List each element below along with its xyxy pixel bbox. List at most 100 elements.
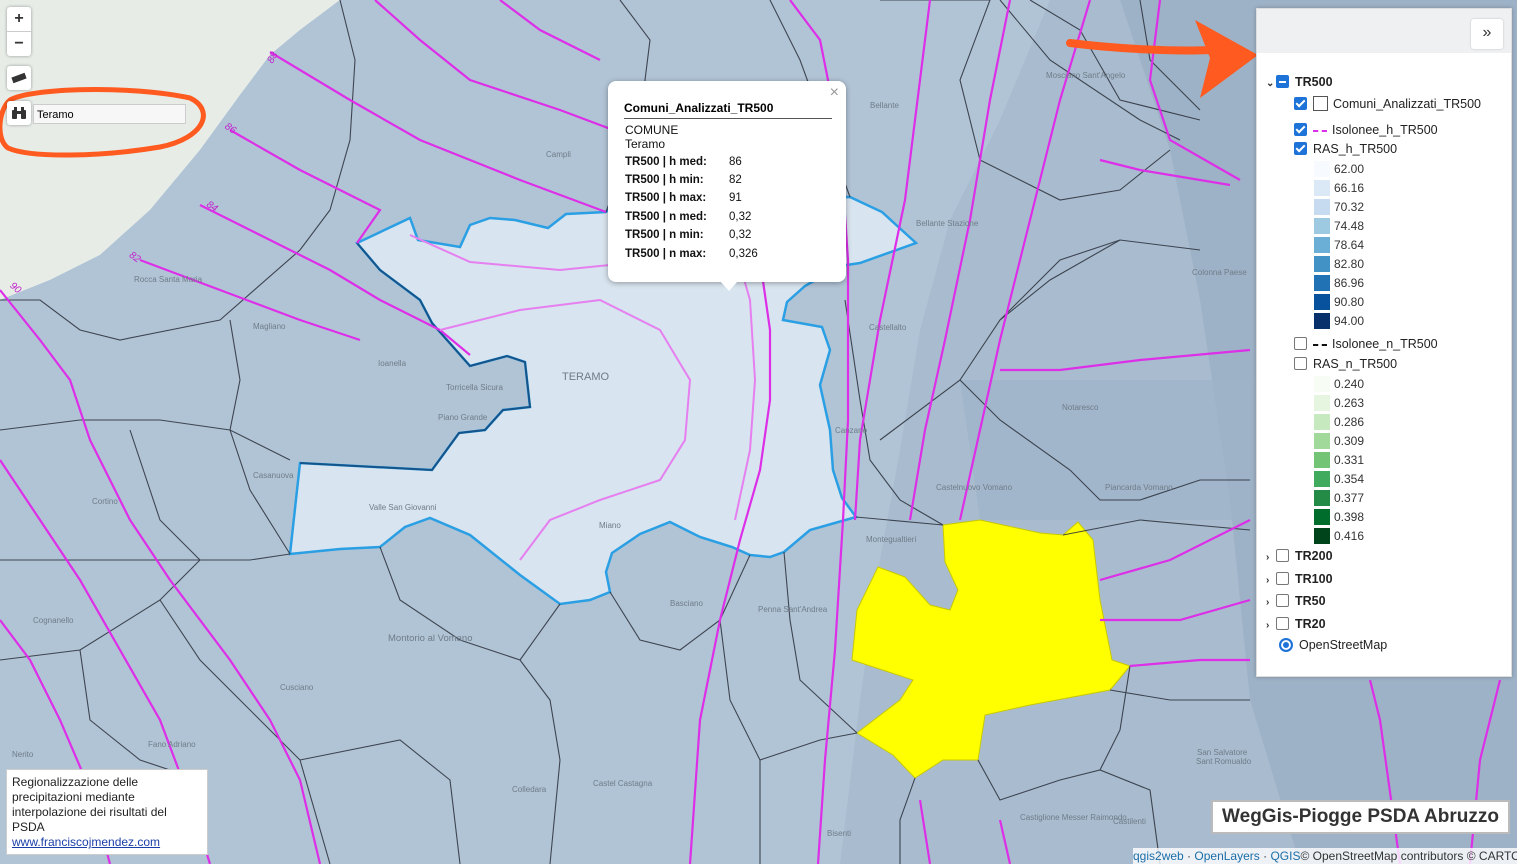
zoom-in-button[interactable]: + — [7, 7, 31, 31]
place-label: San Salvatore — [1197, 748, 1248, 757]
measure-button[interactable] — [7, 66, 31, 90]
layer-comuni[interactable]: Comuni_Analizzati_TR500 — [1294, 96, 1481, 112]
geocoder-button[interactable] — [7, 101, 31, 125]
layer-group-tr200[interactable]: › TR200 — [1266, 549, 1333, 563]
legend-swatch — [1314, 452, 1330, 468]
separator: · — [1187, 849, 1192, 863]
group-checkbox[interactable] — [1276, 75, 1289, 89]
layer-group-tr500[interactable]: ⌄ TR500 — [1266, 75, 1333, 89]
legend-swatch — [1314, 199, 1330, 215]
place-label: Basciano — [670, 599, 703, 608]
legend-label: 94.00 — [1334, 314, 1365, 328]
legend-label: 70.32 — [1334, 200, 1365, 214]
popup-field-label: COMUNE — [625, 123, 679, 137]
popup-row: TR500 | n max: 0,326 — [625, 248, 758, 260]
group-checkbox[interactable] — [1276, 594, 1289, 608]
place-label: TERAMO — [562, 371, 610, 383]
place-label: Cusciano — [280, 683, 314, 692]
place-label: Rocca Santa Maria — [134, 275, 203, 284]
place-label: Piano Grande — [438, 413, 488, 422]
popup-row-value: 0,326 — [729, 248, 758, 260]
legend-label: 74.48 — [1334, 219, 1365, 233]
binoculars-icon — [12, 107, 26, 119]
layer-checkbox[interactable] — [1294, 357, 1307, 371]
place-label: Ioanella — [378, 359, 407, 368]
legend-swatch — [1314, 237, 1330, 253]
zoom-out-button[interactable]: − — [7, 31, 31, 56]
place-label: Sant Romualdo — [1196, 757, 1252, 766]
popup-row-key: TR500 | n min: — [625, 229, 704, 241]
legend-label: 86.96 — [1334, 276, 1365, 290]
layer-group-tr20[interactable]: › TR20 — [1266, 617, 1326, 631]
popup-row-key: TR500 | h med: — [625, 156, 707, 168]
search-input[interactable] — [34, 107, 185, 123]
qgis2web-link[interactable]: qgis2web — [1133, 849, 1184, 863]
place-label: Colonna Paese — [1192, 268, 1247, 277]
chevron-right-icon[interactable]: › — [1266, 575, 1276, 586]
layer-checkbox[interactable] — [1294, 123, 1307, 137]
layer-ras-h[interactable]: RAS_h_TR500 — [1294, 142, 1397, 156]
popup-row-value: 0,32 — [729, 229, 752, 241]
layer-switcher: » ⌄ TR500 Comuni_Analizzati_TR500 Isolone… — [1256, 8, 1512, 677]
popup-field-value: Teramo — [625, 137, 666, 151]
legend-swatch — [1314, 161, 1330, 177]
layer-ras-n[interactable]: RAS_n_TR500 — [1294, 357, 1397, 371]
place-label: Canzano — [835, 426, 868, 435]
basemap-openstreetmap[interactable]: OpenStreetMap — [1279, 637, 1387, 653]
place-label: Fano Adriano — [148, 740, 196, 749]
popup-row: TR500 | h min: 82 — [625, 174, 742, 186]
place-label: Valle San Giovanni — [369, 503, 437, 512]
layer-isolonee-h[interactable]: Isolonee_h_TR500 — [1294, 123, 1438, 137]
layer-group-tr100[interactable]: › TR100 — [1266, 572, 1333, 586]
layer-group-tr50[interactable]: › TR50 — [1266, 594, 1326, 608]
place-label: Mosciano Sant'Angelo — [1046, 71, 1126, 80]
layer-group-label: TR500 — [1295, 75, 1333, 89]
openlayers-link[interactable]: OpenLayers — [1194, 849, 1259, 863]
separator: · — [1263, 849, 1268, 863]
place-label: Bellante — [870, 101, 899, 110]
legend-label: 0.377 — [1334, 491, 1365, 505]
chevron-right-icon[interactable]: › — [1266, 597, 1276, 608]
popup-row-key: TR500 | n max: — [625, 248, 707, 260]
chevron-right-icon[interactable]: › — [1266, 620, 1276, 631]
layer-label: RAS_n_TR500 — [1313, 357, 1398, 371]
chevron-right-icon[interactable]: › — [1266, 552, 1276, 563]
layer-label: Comuni_Analizzati_TR500 — [1333, 97, 1481, 111]
legend-label: 90.80 — [1334, 295, 1365, 309]
popup-row-value: 82 — [729, 174, 742, 186]
legend-swatch — [1314, 313, 1330, 329]
chevron-down-icon[interactable]: ⌄ — [1266, 78, 1276, 89]
layer-group-label: TR100 — [1295, 572, 1333, 586]
place-label: Casanuova — [253, 471, 294, 480]
layer-label: Isolonee_n_TR500 — [1332, 337, 1438, 351]
collapse-panel-button[interactable]: » — [1471, 19, 1503, 49]
group-checkbox[interactable] — [1276, 617, 1289, 631]
osm-carto-attribution: © OpenStreetMap contributors © CARTO — [1300, 849, 1517, 863]
place-label: Castelnuovo Vomano — [936, 483, 1013, 492]
place-label: Notaresco — [1062, 403, 1099, 412]
layer-checkbox[interactable] — [1294, 337, 1307, 351]
info-note: Regionalizzazione delle precipitazioni m… — [6, 769, 208, 855]
place-label: Castellalto — [869, 323, 907, 332]
author-link[interactable]: www.franciscojmendez.com — [12, 835, 160, 849]
legend-label: 0.331 — [1334, 453, 1365, 467]
legend-label: 0.240 — [1334, 377, 1365, 391]
group-checkbox[interactable] — [1276, 572, 1289, 586]
popup-row-key: TR500 | h min: — [625, 174, 704, 186]
place-label: Penna Sant'Andrea — [758, 605, 828, 614]
legend-swatch — [1314, 414, 1330, 430]
legend-swatch — [1314, 528, 1330, 544]
place-label: Torricella Sicura — [446, 383, 503, 392]
place-label: Campli — [546, 150, 571, 159]
search-box — [33, 104, 186, 124]
group-checkbox[interactable] — [1276, 549, 1289, 563]
layer-checkbox[interactable] — [1294, 142, 1307, 156]
dashed-line-symbol-icon — [1313, 343, 1327, 346]
layer-checkbox[interactable] — [1294, 97, 1307, 111]
info-note-text: Regionalizzazione delle precipitazioni m… — [12, 775, 167, 834]
qgis-link[interactable]: QGIS — [1270, 849, 1300, 863]
basemap-radio[interactable] — [1279, 637, 1293, 652]
close-icon[interactable]: × — [830, 84, 839, 102]
layer-isolonee-n[interactable]: Isolonee_n_TR500 — [1294, 337, 1438, 351]
dashed-line-symbol-icon — [1313, 129, 1327, 132]
